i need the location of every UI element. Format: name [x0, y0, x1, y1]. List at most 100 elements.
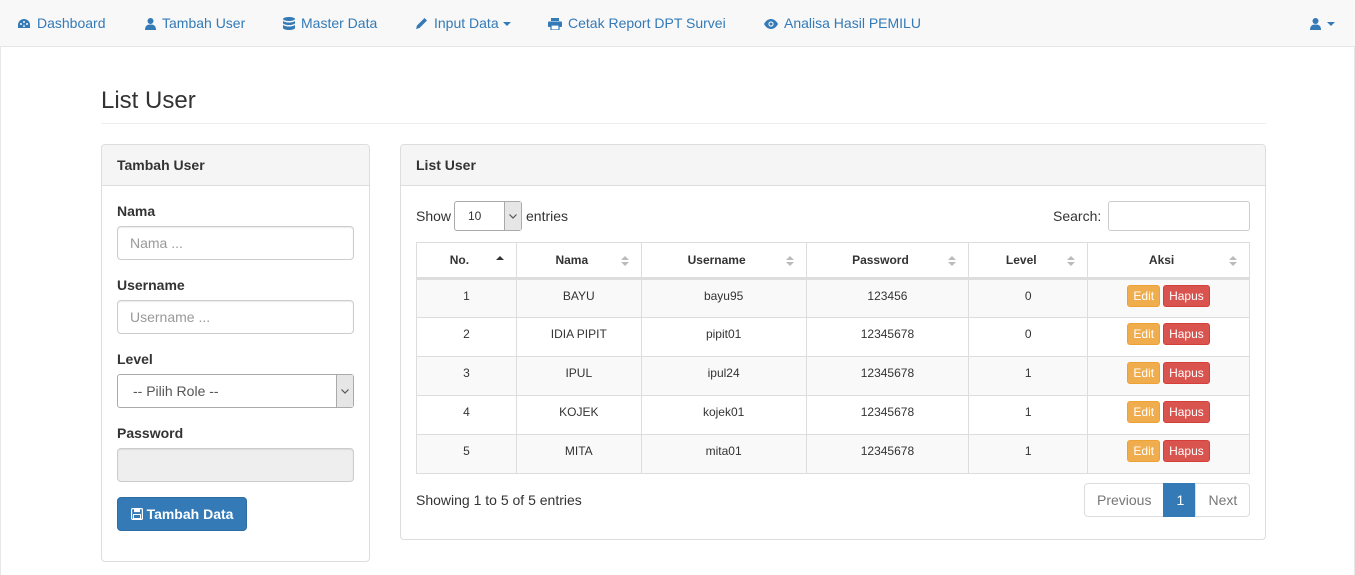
nama-input[interactable]: [117, 226, 354, 260]
pencil-icon: [416, 18, 427, 29]
column-header-label: Password: [852, 253, 909, 267]
table-row: 2 IDIA PIPIT pipit01 12345678 0 Edit Hapu…: [416, 317, 1250, 357]
nav-dashboard[interactable]: Dashboard: [17, 0, 106, 47]
entries-length-value: 10: [468, 209, 482, 223]
column-header-label: No.: [449, 253, 470, 267]
table-info: Showing 1 to 5 of 5 entries: [416, 492, 582, 508]
user-menu[interactable]: [1310, 0, 1335, 47]
sort-icon: [785, 256, 794, 266]
tambah-data-label: Tambah Data: [146, 506, 234, 522]
user-list-panel: List User Show 10 entries Search: No. Na…: [400, 144, 1266, 540]
column-header-level[interactable]: Level: [968, 242, 1089, 280]
pagination-next[interactable]: Next: [1195, 483, 1251, 517]
nav-input-data[interactable]: Input Data: [415, 0, 511, 47]
cell-no: 2: [416, 317, 517, 357]
chevron-down-icon: [504, 202, 521, 230]
username-label: Username: [117, 277, 185, 293]
page-title: List User: [101, 87, 196, 114]
edit-button[interactable]: Edit: [1127, 440, 1161, 462]
sort-icon: [1229, 256, 1237, 266]
password-input[interactable]: [117, 448, 354, 482]
nav-input-data-label: Input Data: [434, 15, 499, 31]
cell-aksi: Edit Hapus: [1087, 278, 1250, 318]
chevron-down-icon: [1327, 21, 1335, 26]
user-table: No. Nama Username Password Level Aksi 1 …: [416, 242, 1250, 474]
database-icon: [283, 17, 295, 30]
column-header-no[interactable]: No.: [416, 242, 517, 280]
save-icon: [130, 508, 143, 520]
cell-no: 5: [416, 434, 517, 474]
cell-nama: IPUL: [515, 356, 642, 396]
tambah-data-button[interactable]: Tambah Data: [117, 497, 247, 531]
table-row: 1 BAYU bayu95 123456 0 Edit Hapus: [416, 278, 1250, 318]
pagination-previous[interactable]: Previous: [1084, 483, 1165, 517]
cell-password: 12345678: [805, 356, 970, 396]
user-icon: [145, 17, 156, 30]
column-header-nama[interactable]: Nama: [515, 242, 642, 280]
cell-nama: IDIA PIPIT: [515, 317, 642, 357]
nav-analisa-hasil-label: Analisa Hasil PEMILU: [784, 15, 921, 31]
level-label: Level: [117, 351, 153, 367]
hapus-button[interactable]: Hapus: [1163, 401, 1210, 423]
nav-cetak-report-label: Cetak Report DPT Survei: [568, 15, 726, 31]
nav-dashboard-label: Dashboard: [37, 15, 106, 31]
nav-master-data-label: Master Data: [301, 15, 378, 31]
show-label: Show: [416, 208, 452, 224]
hapus-button[interactable]: Hapus: [1163, 284, 1210, 307]
cell-username: pipit01: [640, 317, 807, 357]
chevron-down-icon: [336, 375, 353, 407]
level-select[interactable]: -- Pilih Role --: [117, 374, 354, 408]
dashboard-icon: [18, 18, 30, 28]
username-input[interactable]: [117, 300, 354, 334]
search-label: Search:: [1053, 208, 1102, 224]
cell-level: 0: [968, 317, 1089, 357]
level-select-value: -- Pilih Role --: [133, 383, 219, 399]
cell-level: 1: [968, 434, 1089, 474]
title-divider: [101, 123, 1266, 124]
nav-cetak-report[interactable]: Cetak Report DPT Survei: [548, 0, 726, 47]
hapus-button[interactable]: Hapus: [1163, 362, 1210, 384]
eye-icon: [764, 18, 778, 29]
edit-button[interactable]: Edit: [1127, 362, 1161, 384]
sort-icon: [948, 256, 957, 266]
edit-button[interactable]: Edit: [1127, 323, 1161, 345]
hapus-button[interactable]: Hapus: [1163, 323, 1210, 345]
hapus-button[interactable]: Hapus: [1163, 440, 1210, 462]
cell-password: 12345678: [805, 434, 970, 474]
cell-level: 0: [968, 278, 1089, 318]
column-header-label: Username: [687, 253, 746, 267]
table-header-row: No. Nama Username Password Level Aksi: [416, 242, 1250, 280]
cell-no: 4: [416, 395, 517, 435]
cell-no: 1: [416, 278, 517, 318]
entries-length-select[interactable]: 10: [454, 201, 522, 231]
nav-analisa-hasil[interactable]: Analisa Hasil PEMILU: [764, 0, 921, 47]
column-header-label: Aksi: [1148, 253, 1175, 267]
cell-aksi: Edit Hapus: [1087, 356, 1250, 396]
nav-master-data[interactable]: Master Data: [283, 0, 377, 47]
cell-password: 123456: [805, 278, 970, 318]
column-header-username[interactable]: Username: [640, 242, 807, 280]
entries-label: entries: [526, 208, 569, 224]
user-icon: [1310, 17, 1321, 30]
search-input[interactable]: [1108, 201, 1250, 231]
cell-username: ipul24: [640, 356, 807, 396]
add-user-panel-heading: Tambah User: [102, 145, 369, 186]
pagination-page-1[interactable]: 1: [1163, 483, 1197, 517]
column-header-aksi[interactable]: Aksi: [1087, 242, 1250, 280]
chevron-down-icon: [502, 21, 511, 26]
cell-username: bayu95: [640, 278, 807, 318]
cell-nama: BAYU: [515, 278, 642, 318]
cell-aksi: Edit Hapus: [1087, 395, 1250, 435]
cell-nama: MITA: [515, 434, 642, 474]
nav-tambah-user[interactable]: Tambah User: [145, 0, 245, 47]
print-icon: [548, 17, 562, 30]
column-header-label: Nama: [555, 253, 589, 267]
column-header-password[interactable]: Password: [805, 242, 970, 280]
cell-no: 3: [416, 356, 517, 396]
pagination: Previous 1 Next: [1084, 483, 1251, 517]
password-label: Password: [117, 425, 184, 441]
edit-button[interactable]: Edit: [1127, 284, 1161, 307]
cell-level: 1: [968, 395, 1089, 435]
cell-username: mita01: [640, 434, 807, 474]
edit-button[interactable]: Edit: [1127, 401, 1161, 423]
